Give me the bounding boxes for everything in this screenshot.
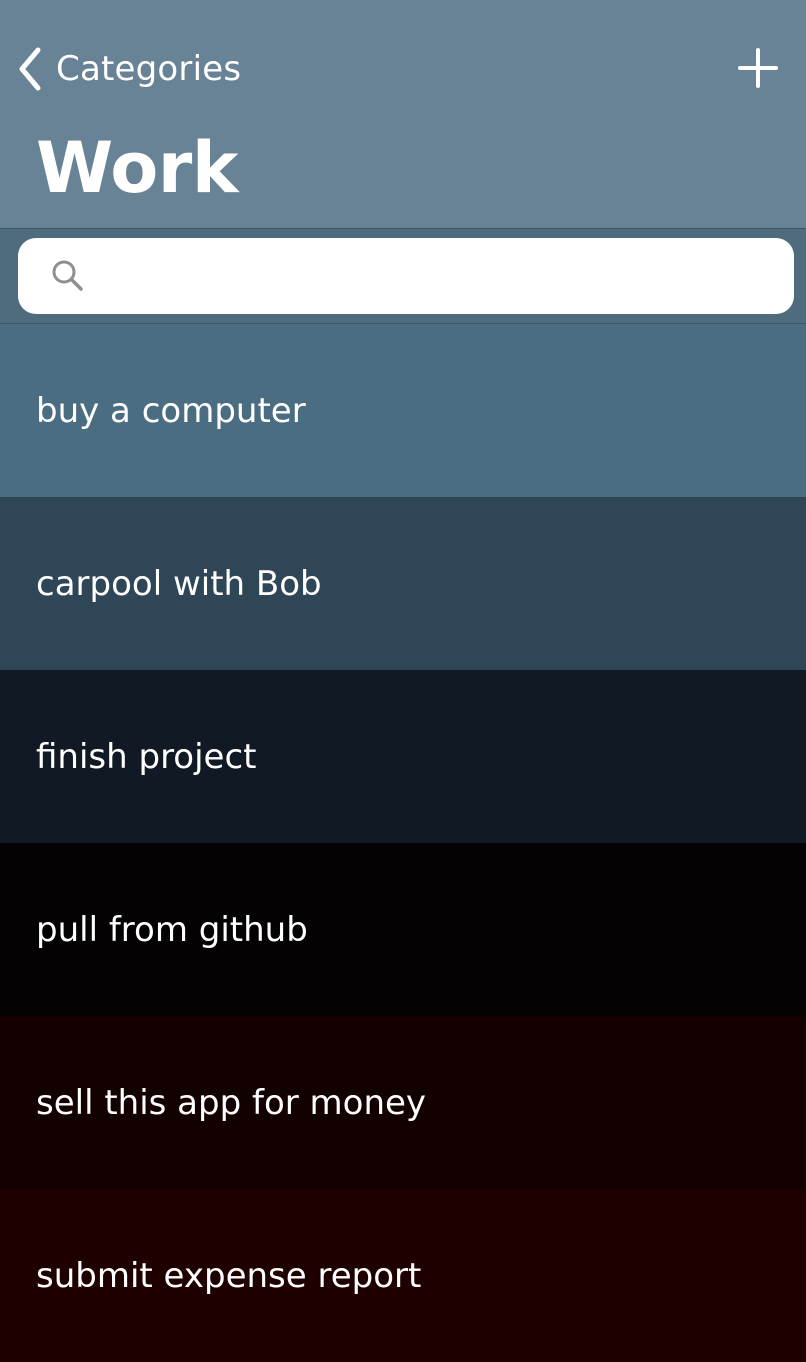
list-item[interactable]: carpool with Bob — [0, 497, 806, 670]
search-icon — [52, 260, 83, 291]
back-button[interactable]: Categories — [16, 44, 241, 94]
add-item-button[interactable] — [736, 46, 780, 90]
list-item[interactable]: sell this app for money — [0, 1016, 806, 1189]
search-bar — [0, 228, 806, 324]
list-item-label: sell this app for money — [36, 1082, 427, 1123]
list-item[interactable]: submit expense report — [0, 1189, 806, 1362]
search-field[interactable] — [18, 238, 794, 314]
list-item-label: submit expense report — [36, 1255, 422, 1296]
list-item-label: pull from github — [36, 909, 308, 950]
page-title: Work — [36, 127, 238, 209]
plus-icon — [738, 48, 778, 88]
search-input[interactable] — [98, 257, 782, 295]
back-button-label: Categories — [56, 49, 242, 89]
list-item[interactable]: pull from github — [0, 843, 806, 1016]
list-item-label: carpool with Bob — [36, 563, 322, 604]
list-item-label: finish project — [36, 736, 257, 777]
list-item-label: buy a computer — [36, 390, 306, 431]
list-item[interactable]: buy a computer — [0, 324, 806, 497]
navigation-bar: Categories Work — [0, 0, 806, 228]
todo-list: buy a computer carpool with Bob finish p… — [0, 324, 806, 1362]
list-item[interactable]: finish project — [0, 670, 806, 843]
chevron-left-icon — [19, 47, 41, 91]
